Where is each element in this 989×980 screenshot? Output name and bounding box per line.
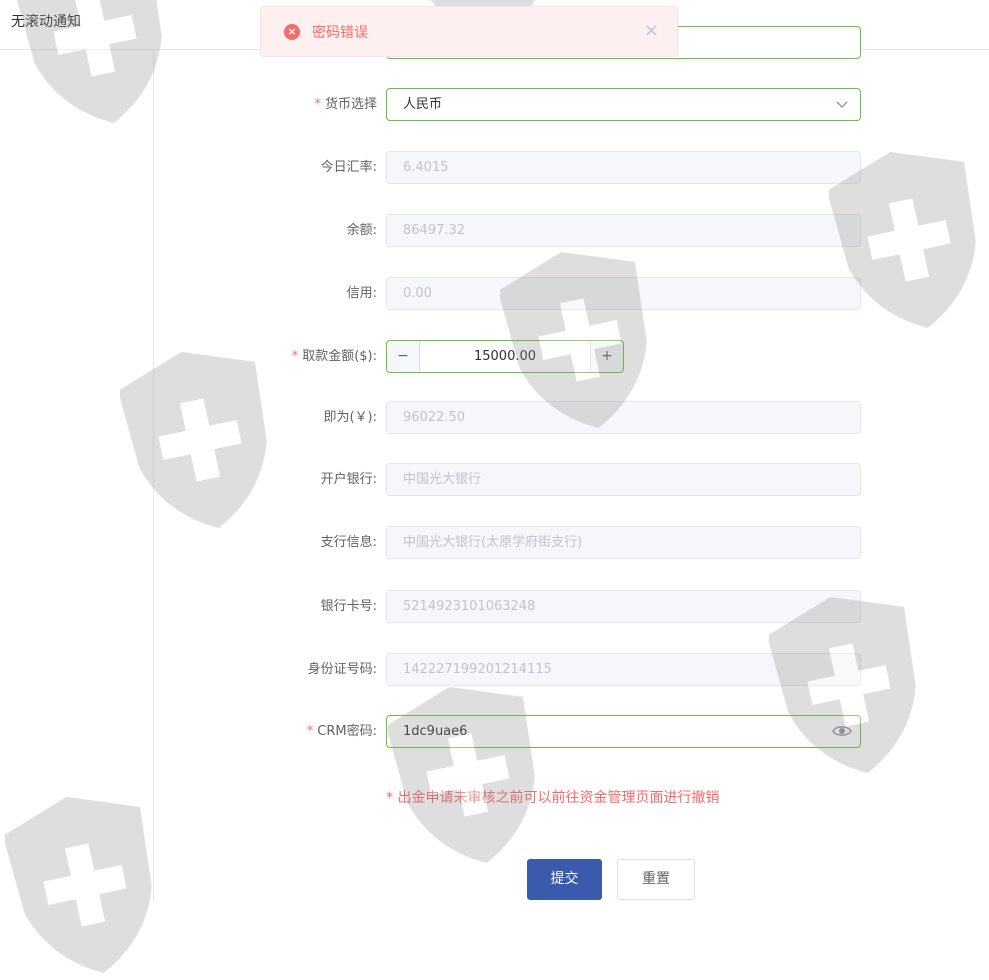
error-circle-icon: × — [284, 24, 300, 40]
credit-field: 0.00 — [386, 277, 861, 310]
form-row-equivalent: 即为(￥): 96022.50 — [150, 401, 870, 435]
withdraw-amount-stepper: − 15000.00 + — [386, 340, 624, 373]
currency-label: * 货币选择 — [314, 97, 377, 112]
form-row-withdraw-amount: * 取款金额($): − 15000.00 + — [150, 340, 870, 374]
form-row-balance: 余额: 86497.32 — [150, 214, 870, 248]
bank-field: 中国光大银行 — [386, 463, 861, 496]
reset-button[interactable]: 重置 — [617, 859, 695, 900]
crm-password-input[interactable]: 1dc9uae6 — [386, 715, 861, 748]
shield-watermark-icon — [388, 686, 535, 864]
form-row-credit: 信用: 0.00 — [150, 277, 870, 311]
balance-field: 86497.32 — [386, 214, 861, 247]
exchange-rate-field: 6.4015 — [386, 151, 861, 184]
eye-icon[interactable] — [832, 724, 852, 738]
form-row-card-number: 银行卡号: 5214923101063248 — [150, 590, 870, 624]
form-row-branch: 支行信息: 中国光大银行(太原学府街支行) — [150, 526, 870, 560]
close-icon[interactable]: × — [644, 20, 659, 41]
toast-message: 密码错误 — [312, 25, 368, 41]
increment-button[interactable]: + — [590, 341, 623, 372]
bank-label: 开户银行: — [320, 472, 377, 487]
credit-label: 信用: — [346, 286, 377, 301]
form-row-crm-password: * CRM密码: 1dc9uae6 — [150, 715, 870, 749]
branch-field: 中国光大银行(太原学府街支行) — [386, 526, 861, 559]
error-toast: × 密码错误 × — [260, 6, 678, 57]
form-row-id-number: 身份证号码: 142227199201214115 — [150, 653, 870, 687]
form-row-exchange-rate: 今日汇率: 6.4015 — [150, 151, 870, 185]
equivalent-field: 96022.50 — [386, 401, 861, 434]
withdraw-notice: * 出金申请未审核之前可以前往资金管理页面进行撤销 — [386, 790, 720, 806]
equivalent-label: 即为(￥): — [323, 410, 377, 425]
id-number-label: 身份证号码: — [307, 662, 377, 677]
exchange-rate-label: 今日汇率: — [320, 160, 377, 175]
page-title: 无滚动通知 — [11, 14, 81, 30]
shield-watermark-icon — [5, 796, 152, 974]
currency-value: 人民币 — [403, 97, 443, 112]
balance-label: 余额: — [346, 223, 377, 238]
branch-label: 支行信息: — [320, 535, 377, 550]
withdraw-amount-input[interactable]: 15000.00 — [419, 341, 591, 372]
withdraw-amount-label: * 取款金额($): — [291, 349, 377, 364]
card-number-field: 5214923101063248 — [386, 590, 861, 623]
crm-password-label: * CRM密码: — [306, 724, 377, 739]
decrement-button[interactable]: − — [387, 341, 420, 372]
chevron-down-icon — [836, 101, 848, 108]
form-row-currency: * 货币选择 人民币 — [150, 88, 870, 122]
crm-password-value: 1dc9uae6 — [403, 724, 468, 739]
submit-button[interactable]: 提交 — [527, 859, 602, 900]
currency-select[interactable]: 人民币 — [386, 88, 861, 121]
form-row-bank: 开户银行: 中国光大银行 — [150, 463, 870, 497]
id-number-field: 142227199201214115 — [386, 653, 861, 686]
card-number-label: 银行卡号: — [320, 599, 377, 614]
